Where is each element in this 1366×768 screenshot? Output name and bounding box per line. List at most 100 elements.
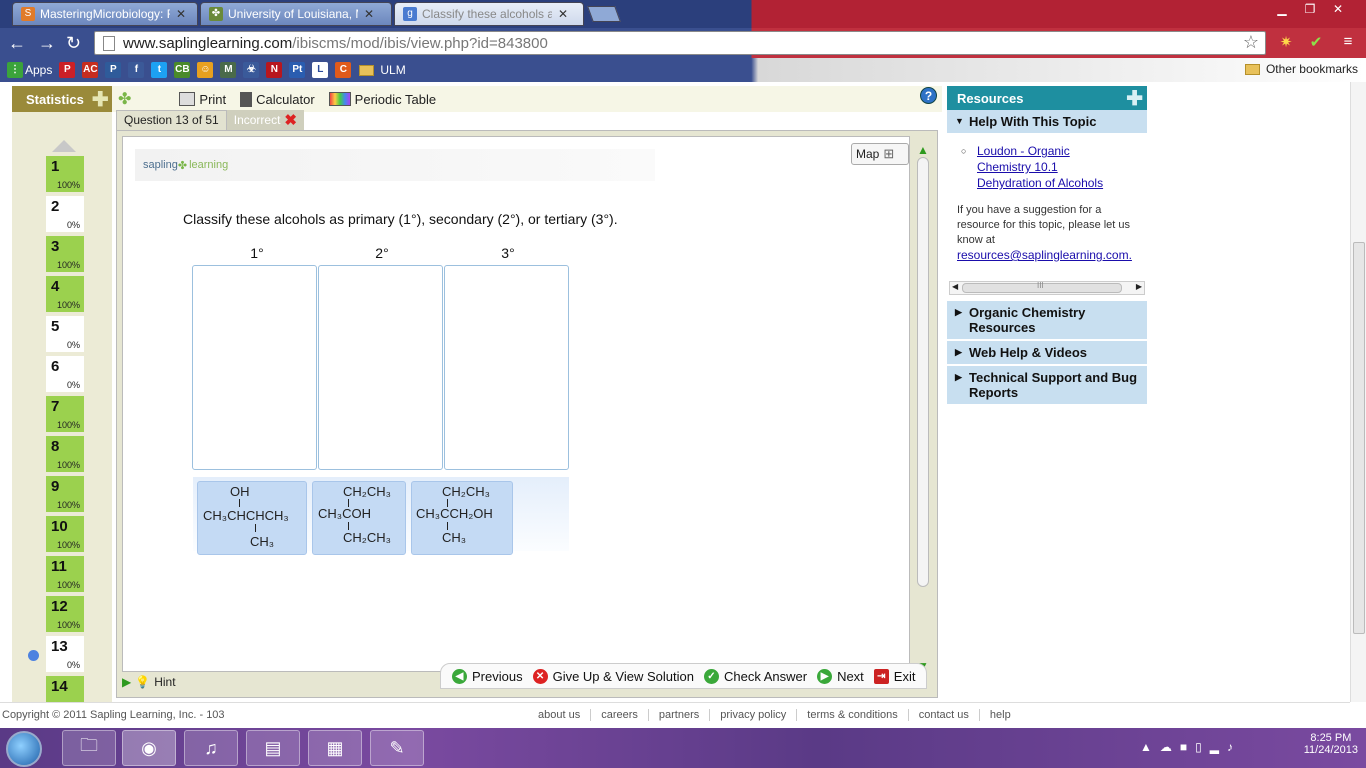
show-hidden-icon[interactable]: ▲: [1140, 740, 1160, 754]
back-icon[interactable]: ←: [8, 33, 26, 54]
menu-icon[interactable]: ≡: [1338, 33, 1358, 53]
footer-link-help[interactable]: help: [978, 709, 1021, 721]
loudon-link[interactable]: Loudon - Organic Chemistry 10.1 Dehydrat…: [961, 143, 1139, 191]
new-tab-button[interactable]: [587, 6, 621, 22]
itunes-icon[interactable]: ♫: [184, 730, 238, 766]
question-list-item[interactable]: 1 100%: [46, 156, 84, 194]
scroll-up-icon[interactable]: [52, 140, 76, 152]
ac-icon[interactable]: AC: [82, 62, 99, 78]
address-bar[interactable]: www.saplinglearning.com/ibiscms/mod/ibis…: [94, 31, 1266, 55]
house-icon[interactable]: M: [220, 62, 237, 78]
maximize-icon[interactable]: ❐: [1296, 0, 1324, 18]
exit-button[interactable]: ⇥ Exit: [873, 668, 915, 684]
footer-link-partners[interactable]: partners: [647, 709, 709, 721]
p-bookmark-icon[interactable]: P: [105, 62, 122, 78]
signal-icon[interactable]: ▂: [1210, 740, 1227, 754]
periodic-table-button[interactable]: Periodic Table: [328, 92, 436, 107]
biohazard-icon[interactable]: ☣: [243, 62, 260, 78]
accordion-help-topic[interactable]: ▼ Help With This Topic: [947, 110, 1147, 135]
help-icon[interactable]: ?: [920, 87, 937, 104]
molecule-tile[interactable]: CH₂CH₃ CH₃COH CH₂CH₃: [312, 481, 406, 555]
question-list-item[interactable]: 6 0%: [46, 356, 84, 394]
question-list-item[interactable]: 3 100%: [46, 236, 84, 274]
smiley-icon[interactable]: ☺: [197, 62, 214, 78]
question-list-item[interactable]: 4 100%: [46, 276, 84, 314]
apps-icon[interactable]: ⋮: [7, 62, 23, 78]
molecule-tile[interactable]: CH₂CH₃ CH₃CCH₂OH CH₃: [411, 481, 513, 555]
twitter-icon[interactable]: t: [151, 62, 168, 78]
print-button[interactable]: Print: [179, 92, 226, 107]
question-scrollbar[interactable]: ▲ ▼: [916, 143, 930, 673]
l-icon[interactable]: L: [312, 62, 329, 78]
onedrive-icon[interactable]: ☁: [1160, 740, 1180, 754]
browser-tab-ulm[interactable]: ✤ University of Louisiana, M ✕: [200, 2, 392, 26]
next-button[interactable]: ▶ Next: [817, 668, 864, 684]
previous-button[interactable]: ◀ Previous: [452, 668, 523, 684]
netflix-icon[interactable]: N: [266, 62, 283, 78]
close-icon[interactable]: ✕: [176, 7, 186, 21]
molecule-tile[interactable]: OH CH₃CHCHCH₃ CH₃: [197, 481, 307, 555]
question-list-item[interactable]: 11 100%: [46, 556, 84, 594]
drop-bin-primary[interactable]: [192, 265, 317, 470]
forward-icon[interactable]: →: [38, 33, 56, 54]
browser-tab-mastering[interactable]: S MasteringMicrobiology: R ✕: [12, 2, 198, 26]
scroll-right-icon[interactable]: ▶: [1136, 282, 1142, 291]
file-explorer-icon[interactable]: 🗀: [62, 730, 116, 766]
drop-bin-tertiary[interactable]: [444, 265, 569, 470]
close-icon[interactable]: ✕: [558, 7, 568, 21]
start-button[interactable]: [6, 731, 42, 767]
question-list-item[interactable]: 9 100%: [46, 476, 84, 514]
ulm-bookmark[interactable]: ULM: [380, 63, 405, 77]
resources-email-link[interactable]: resources@saplinglearning.com.: [957, 248, 1139, 262]
question-list-item[interactable]: 7 100%: [46, 396, 84, 434]
scrollbar-thumb[interactable]: [917, 157, 929, 587]
reload-icon[interactable]: ↻: [66, 33, 81, 54]
give-up-button[interactable]: ✕ Give Up & View Solution: [532, 668, 694, 684]
question-list-item[interactable]: 5 0%: [46, 316, 84, 354]
battery-icon[interactable]: ▯: [1195, 740, 1210, 754]
calculator-app-icon[interactable]: ▦: [308, 730, 362, 766]
question-number-tab[interactable]: Question 13 of 51: [116, 110, 227, 130]
drop-bin-secondary[interactable]: [318, 265, 443, 470]
paint-icon[interactable]: ✎: [370, 730, 424, 766]
scroll-left-icon[interactable]: ◀: [952, 282, 958, 291]
expand-plus-icon[interactable]: ✚: [92, 87, 109, 112]
statistics-tab[interactable]: Statistics ✚: [12, 86, 112, 112]
footer-link-contact[interactable]: contact us: [907, 709, 979, 721]
bookmark-star-icon[interactable]: ☆: [1243, 32, 1259, 53]
question-list-item[interactable]: 8 100%: [46, 436, 84, 474]
clock[interactable]: 8:25 PM 11/24/2013: [1304, 732, 1358, 756]
question-list-item[interactable]: 2 0%: [46, 196, 84, 234]
sticky-notes-icon[interactable]: ▤: [246, 730, 300, 766]
page-scrollbar[interactable]: [1350, 82, 1366, 702]
question-list-item[interactable]: 13 0%: [46, 636, 84, 674]
apps-bookmark[interactable]: Apps: [25, 63, 52, 77]
chrome-icon[interactable]: ◉: [122, 730, 176, 766]
scrollbar-thumb[interactable]: [1353, 242, 1365, 634]
question-list-item[interactable]: 10 100%: [46, 516, 84, 554]
hint-button[interactable]: ▶ 💡 Hint: [122, 675, 176, 689]
check-answer-button[interactable]: ✓ Check Answer: [703, 668, 807, 684]
extension-icon[interactable]: ✷: [1276, 33, 1296, 53]
network-app-icon[interactable]: ■: [1180, 740, 1195, 754]
footer-link-privacy[interactable]: privacy policy: [709, 709, 796, 721]
accordion-web-help-videos[interactable]: ▶ Web Help & Videos: [947, 341, 1147, 366]
facebook-icon[interactable]: f: [128, 62, 145, 78]
browser-tab-sapling[interactable]: g Classify these alcohols as ✕: [394, 2, 584, 26]
pinterest-icon[interactable]: P: [59, 62, 76, 78]
question-list-item[interactable]: 12 100%: [46, 596, 84, 634]
checkmark-extension-icon[interactable]: ✔: [1306, 33, 1326, 53]
footer-link-about[interactable]: about us: [528, 709, 590, 721]
close-window-icon[interactable]: ✕: [1324, 0, 1352, 18]
c-icon[interactable]: C: [335, 62, 352, 78]
resources-hscrollbar[interactable]: ◀ III ▶: [949, 281, 1145, 295]
minimize-icon[interactable]: ▁: [1268, 0, 1296, 18]
footer-link-terms[interactable]: terms & conditions: [796, 709, 907, 721]
cb-icon[interactable]: CB: [174, 62, 191, 78]
volume-icon[interactable]: ♪: [1227, 740, 1241, 754]
scrollbar-thumb[interactable]: III: [962, 281, 1122, 293]
close-icon[interactable]: ✕: [364, 7, 374, 21]
expand-plus-icon[interactable]: ✚: [1126, 86, 1143, 111]
scroll-up-icon[interactable]: ▲: [917, 143, 929, 157]
map-button[interactable]: Map ⊞: [851, 143, 909, 165]
